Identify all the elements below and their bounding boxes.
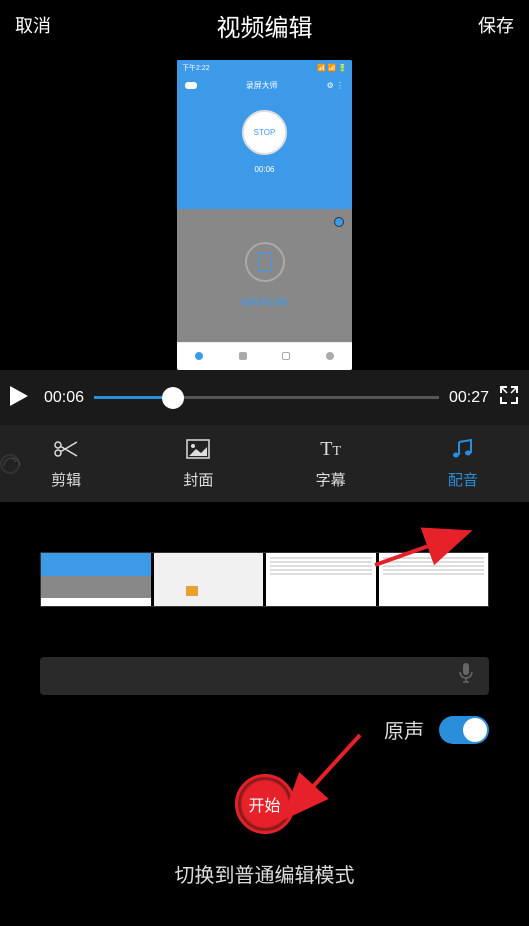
video-preview: 下午2:22 📶 📶 🔋 录屏大师 ⚙ ⋮ STOP 00:06 使屏游戏录制 [0, 50, 529, 370]
tab-label: 剪辑 [51, 469, 81, 490]
lens-icon [0, 454, 20, 474]
tab-label: 封面 [183, 469, 213, 490]
fullscreen-button[interactable] [499, 385, 519, 410]
progress-slider[interactable] [94, 396, 439, 399]
fullscreen-icon [499, 385, 519, 405]
tab-label: 字幕 [316, 469, 346, 490]
phone-status-bar: 下午2:22 📶 📶 🔋 [177, 60, 352, 75]
text-icon: TT [320, 437, 341, 461]
tab-subtitle[interactable]: TT 字幕 [265, 425, 397, 502]
scissors-icon [53, 437, 79, 461]
stop-button: STOP [242, 110, 287, 155]
record-indicator-icon [334, 217, 344, 227]
image-icon [186, 437, 210, 461]
timeline-area [0, 502, 529, 627]
slider-thumb[interactable] [162, 387, 184, 409]
audio-track-input[interactable] [40, 657, 489, 695]
play-icon [10, 386, 28, 406]
timeline-thumb [154, 553, 264, 606]
tab-cover[interactable]: 封面 [132, 425, 264, 502]
video-timeline[interactable] [40, 552, 489, 607]
original-audio-toggle[interactable] [439, 716, 489, 744]
original-audio-label: 原声 [384, 715, 424, 744]
tab-dubbing[interactable]: 配音 [397, 425, 529, 502]
cancel-button[interactable]: 取消 [15, 12, 51, 38]
phone-tabbar [177, 342, 352, 370]
timeline-thumb [266, 553, 376, 606]
timeline-thumb [379, 553, 489, 606]
original-audio-row: 原声 [0, 695, 529, 764]
page-title: 视频编辑 [217, 8, 313, 43]
header: 取消 视频编辑 保存 [0, 0, 529, 50]
phone-bottom-panel: 使屏游戏录制 [177, 209, 352, 343]
phone-top-panel: 录屏大师 ⚙ ⋮ STOP 00:06 [177, 75, 352, 209]
phone-frame: 下午2:22 📶 📶 🔋 录屏大师 ⚙ ⋮ STOP 00:06 使屏游戏录制 [177, 60, 352, 370]
switch-mode-button[interactable]: 切换到普通编辑模式 [0, 844, 529, 903]
tool-tabs: 剪辑 封面 TT 字幕 配音 [0, 425, 529, 502]
playback-controls: 00:06 00:27 [0, 370, 529, 425]
start-recording-button[interactable]: 开始 [235, 774, 295, 834]
current-time: 00:06 [44, 389, 84, 407]
recording-timer: 00:06 [254, 165, 274, 174]
play-button[interactable] [10, 386, 34, 410]
tab-label: 配音 [448, 469, 478, 490]
timeline-thumb [41, 553, 151, 606]
microphone-icon [458, 662, 474, 690]
music-icon [451, 437, 475, 461]
total-time: 00:27 [449, 389, 489, 407]
save-button[interactable]: 保存 [478, 12, 514, 38]
